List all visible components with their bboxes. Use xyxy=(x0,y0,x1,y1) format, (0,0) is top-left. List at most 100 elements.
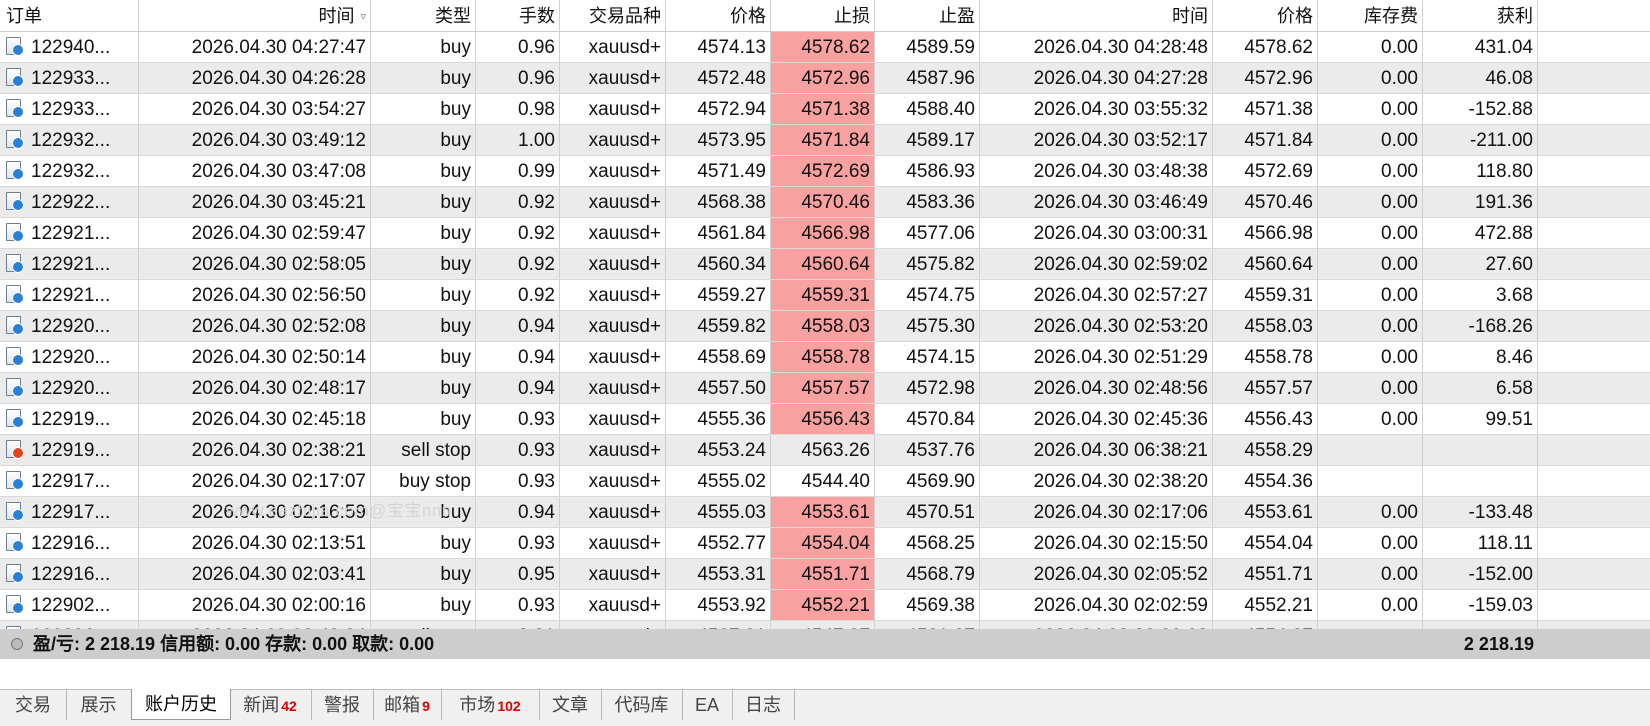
table-row[interactable]: 122921... 2026.04.30 02:58:05 buy 0.92 xauus… xyxy=(0,249,1650,280)
cell-sl: 4558.78 xyxy=(771,342,875,372)
table-body: 122940... 2026.04.30 04:27:47 buy 0.96 xauus… xyxy=(0,32,1650,652)
col-header-take-profit[interactable]: 止盈 xyxy=(875,0,980,31)
order-buy-icon xyxy=(6,409,24,428)
table-row[interactable]: 122920... 2026.04.30 02:48:17 buy 0.94 xauus… xyxy=(0,373,1650,404)
table-row[interactable]: 122917... 2026.04.30 02:17:07 buy stop 0.93… xyxy=(0,466,1650,497)
order-id: 122921... xyxy=(31,254,111,275)
tab-label: 新闻 xyxy=(243,695,280,715)
cell-order: 122932... xyxy=(0,156,139,186)
col-header-time[interactable]: 时间 ▿ xyxy=(139,0,371,31)
col-header-type[interactable]: 类型 xyxy=(371,0,476,31)
cell-profit: 191.36 xyxy=(1423,187,1538,217)
tab-4[interactable]: 警报 xyxy=(311,690,374,720)
col-header-swap[interactable]: 库存费 xyxy=(1318,0,1423,31)
order-buy-icon xyxy=(6,564,24,583)
cell-tp: 4570.84 xyxy=(875,404,980,434)
order-id: 122921... xyxy=(31,223,111,244)
cell-symbol: xauusd+ xyxy=(560,497,666,527)
table-row[interactable]: 122940... 2026.04.30 04:27:47 buy 0.96 xauus… xyxy=(0,32,1650,63)
cell-swap: 0.00 xyxy=(1318,280,1423,310)
cell-order: 122919... xyxy=(0,435,139,465)
summary-icon xyxy=(11,638,23,650)
table-row[interactable]: 122933... 2026.04.30 03:54:27 buy 0.98 xauus… xyxy=(0,94,1650,125)
cell-volume: 0.98 xyxy=(476,94,560,124)
cell-profit: 431.04 xyxy=(1423,32,1538,62)
col-header-order[interactable]: 订单 xyxy=(0,0,139,31)
cell-volume: 0.92 xyxy=(476,187,560,217)
tab-3[interactable]: 新闻 42 xyxy=(229,690,312,720)
table-row[interactable]: 122919... 2026.04.30 02:38:21 sell stop 0.9… xyxy=(0,435,1650,466)
col-header-price[interactable]: 价格 xyxy=(666,0,771,31)
cell-time: 2026.04.30 03:49:12 xyxy=(139,125,371,155)
cell-order: 122920... xyxy=(0,373,139,403)
table-row[interactable]: 122922... 2026.04.30 03:45:21 buy 0.92 xauus… xyxy=(0,187,1650,218)
col-header-close-time[interactable]: 时间 xyxy=(980,0,1213,31)
cell-profit: 118.80 xyxy=(1423,156,1538,186)
table-row[interactable]: 122902... 2026.04.30 02:00:16 buy 0.93 xauus… xyxy=(0,590,1650,621)
col-header-close-price[interactable]: 价格 xyxy=(1213,0,1318,31)
tab-9[interactable]: EA xyxy=(682,690,733,720)
cell-close-time: 2026.04.30 02:38:20 xyxy=(980,466,1213,496)
cell-price: 4557.50 xyxy=(666,373,771,403)
cell-price: 4555.02 xyxy=(666,466,771,496)
col-header-profit[interactable]: 获利 xyxy=(1423,0,1538,31)
tab-6[interactable]: 市场 102 xyxy=(441,690,540,720)
tab-5[interactable]: 邮箱 9 xyxy=(373,690,442,720)
cell-profit xyxy=(1423,435,1538,465)
table-row[interactable]: 122932... 2026.04.30 03:49:12 buy 1.00 xauus… xyxy=(0,125,1650,156)
table-row[interactable]: 122920... 2026.04.30 02:50:14 buy 0.94 xauus… xyxy=(0,342,1650,373)
order-id: 122933... xyxy=(31,99,111,120)
cell-tp: 4577.06 xyxy=(875,218,980,248)
order-buy-icon xyxy=(6,223,24,242)
cell-order: 122920... xyxy=(0,311,139,341)
table-row[interactable]: 122919... 2026.04.30 02:45:18 buy 0.93 xauus… xyxy=(0,404,1650,435)
cell-price: 4555.36 xyxy=(666,404,771,434)
cell-sl: 4554.04 xyxy=(771,528,875,558)
table-row[interactable]: 122921... 2026.04.30 02:59:47 buy 0.92 xauus… xyxy=(0,218,1650,249)
cell-close-price: 4566.98 xyxy=(1213,218,1318,248)
tab-2[interactable]: 账户历史 xyxy=(131,689,231,720)
cell-time: 2026.04.30 02:17:07 xyxy=(139,466,371,496)
cell-time: 2026.04.30 04:27:47 xyxy=(139,32,371,62)
tab-0[interactable]: 交易 xyxy=(0,690,67,720)
cell-swap: 0.00 xyxy=(1318,125,1423,155)
cell-type: buy xyxy=(371,528,476,558)
col-header-symbol[interactable]: 交易品种 xyxy=(560,0,666,31)
table-row[interactable]: 122916... 2026.04.30 02:03:41 buy 0.95 xauus… xyxy=(0,559,1650,590)
tab-7[interactable]: 文章 xyxy=(539,690,602,720)
cell-tp: 4570.51 xyxy=(875,497,980,527)
table-row[interactable]: 122932... 2026.04.30 03:47:08 buy 0.99 xauus… xyxy=(0,156,1650,187)
tab-8[interactable]: 代码库 xyxy=(601,690,683,720)
cell-tp: 4575.30 xyxy=(875,311,980,341)
cell-time: 2026.04.30 02:13:51 xyxy=(139,528,371,558)
cell-tp: 4574.15 xyxy=(875,342,980,372)
cell-volume: 0.93 xyxy=(476,404,560,434)
table-row[interactable]: 122920... 2026.04.30 02:52:08 buy 0.94 xauus… xyxy=(0,311,1650,342)
cell-swap: 0.00 xyxy=(1318,404,1423,434)
cell-swap xyxy=(1318,435,1423,465)
cell-volume: 0.93 xyxy=(476,528,560,558)
table-row[interactable]: 122921... 2026.04.30 02:56:50 buy 0.92 xauus… xyxy=(0,280,1650,311)
cell-sl: 4557.57 xyxy=(771,373,875,403)
cell-sl: 4558.03 xyxy=(771,311,875,341)
order-buy-icon xyxy=(6,502,24,521)
col-header-stop-loss[interactable]: 止损 xyxy=(771,0,875,31)
cell-close-price: 4554.36 xyxy=(1213,466,1318,496)
tab-label: 文章 xyxy=(552,695,588,715)
cell-volume: 0.93 xyxy=(476,466,560,496)
cell-price: 4571.49 xyxy=(666,156,771,186)
tab-badge-count: 42 xyxy=(281,698,297,714)
cell-swap: 0.00 xyxy=(1318,94,1423,124)
cell-price: 4574.13 xyxy=(666,32,771,62)
tab-1[interactable]: 展示 xyxy=(66,690,132,720)
cell-symbol: xauusd+ xyxy=(560,187,666,217)
tab-10[interactable]: 日志 xyxy=(732,690,795,720)
table-row[interactable]: 122916... 2026.04.30 02:13:51 buy 0.93 xauus… xyxy=(0,528,1650,559)
cell-time: 2026.04.30 02:50:14 xyxy=(139,342,371,372)
cell-price: 4572.48 xyxy=(666,63,771,93)
table-row[interactable]: 122933... 2026.04.30 04:26:28 buy 0.96 xauus… xyxy=(0,63,1650,94)
cell-time: 2026.04.30 03:54:27 xyxy=(139,94,371,124)
cell-time: 2026.04.30 04:26:28 xyxy=(139,63,371,93)
cell-tp: 4568.79 xyxy=(875,559,980,589)
col-header-volume[interactable]: 手数 xyxy=(476,0,560,31)
